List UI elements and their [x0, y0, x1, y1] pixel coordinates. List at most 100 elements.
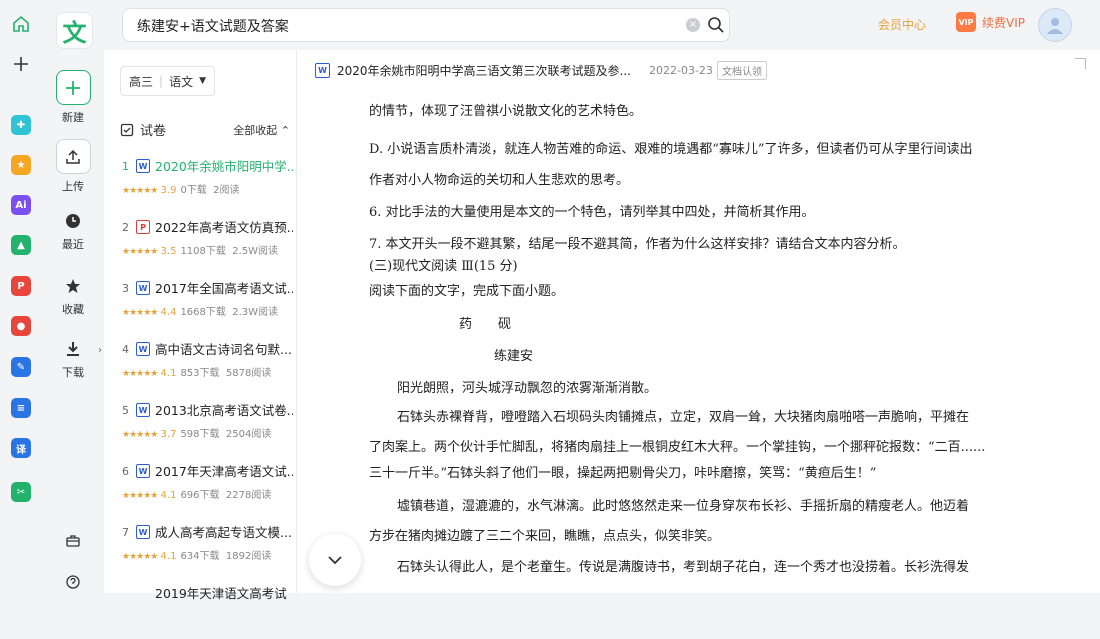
doc-rating: 4.1 — [160, 368, 177, 379]
download-icon — [42, 338, 104, 360]
expand-chevron-icon[interactable]: › — [98, 345, 102, 356]
list-item[interactable]: 1 W 2020年余姚市阳明中学... ★★★★★ 3.9 0下载 2阅读 — [118, 156, 294, 212]
word-doc-icon: W — [136, 464, 150, 478]
word-doc-icon: W — [136, 159, 150, 173]
clear-icon[interactable]: × — [686, 18, 700, 32]
home-icon[interactable] — [9, 12, 33, 36]
doc-reads: 5878阅读 — [225, 368, 272, 379]
scissors-app-icon[interactable]: ✂ — [9, 480, 33, 504]
upload-icon — [55, 139, 91, 174]
help-icon[interactable] — [42, 575, 104, 592]
upload-button[interactable]: 上传 — [42, 139, 104, 194]
list-item[interactable]: 6 W 2017年天津高考语文试... ★★★★★ 4.1 696下载 2278阅读 — [118, 461, 294, 517]
document-viewer: W 2020年余姚市阳明中学高三语文第三次联考试题及参... 2022-03-2… — [297, 50, 1100, 593]
doc-reads: 2.5W阅读 — [232, 246, 279, 257]
list-item[interactable]: 5 W 2013北京高考语文试卷... ★★★★★ 3.7 598下载 2504阅读 — [118, 400, 294, 456]
section-title: 试卷 — [140, 124, 167, 139]
toolbox-icon[interactable] — [42, 534, 104, 551]
text-line: 7. 本文开头一段不避其繁，结尾一段不避其简，作者为什么这样安排？请结合文本内容… — [369, 237, 906, 252]
add-icon[interactable] — [9, 52, 33, 76]
record-ai-app-icon[interactable]: ● — [9, 314, 33, 338]
new-label: 新建 — [62, 111, 84, 124]
word-doc-icon: W — [315, 63, 330, 78]
list-item[interactable]: 3 W 2017年全国高考语文试... ★★★★★ 4.4 1668下载 2.3W阅读 — [118, 278, 294, 334]
rating-stars-icon: ★★★★★ — [122, 369, 158, 379]
list-item[interactable]: 2019年天津语文高考试 — [118, 583, 294, 639]
section-header: 试卷 全部收起 ⌃ — [120, 120, 290, 139]
pdf-ai-app-icon[interactable]: P — [9, 274, 33, 298]
search-icon[interactable] — [707, 16, 725, 38]
doc-rating: 4.1 — [160, 490, 177, 501]
corner-mark-icon — [1075, 58, 1086, 69]
doc-rating: 3.7 — [160, 429, 177, 440]
doc-ai-app-icon[interactable]: ≡ — [9, 396, 33, 420]
doc-index: 7 — [122, 526, 129, 539]
document-date: 2022-03-23 — [649, 64, 713, 77]
doc-index: 3 — [122, 282, 129, 295]
doc-rating: 4.4 — [160, 307, 177, 318]
text-line: 石钵头赤裸脊背，噔噔踏入石坝码头肉铺摊点，立定，双肩一耸，大块猪肉扇啪嗒一声脆响… — [397, 410, 970, 425]
doc-meta: ★★★★★ 4.1 696下载 2278阅读 — [122, 486, 271, 501]
grade-subject-select[interactable]: 高三 | 语文 ▼ — [120, 66, 215, 96]
plus-icon — [55, 70, 91, 105]
doc-title: 2022年高考语文仿真预... — [155, 220, 293, 235]
image-ai-app-icon[interactable]: ▲ — [9, 233, 33, 257]
translate-app-icon[interactable]: 译 — [9, 436, 33, 460]
doc-index: 4 — [122, 343, 129, 356]
app-logo[interactable]: 文 — [56, 12, 93, 49]
scroll-down-button[interactable] — [309, 534, 361, 586]
renew-vip-button[interactable]: VIP 续费VIP — [956, 12, 1025, 32]
text-line: 练建安 — [494, 349, 534, 364]
text-line: D. 小说语言质朴清淡，就连人物苦难的命运、艰难的境遇都“寡味儿”了许多，但读者… — [369, 142, 973, 157]
doc-title: 高中语文古诗词名句默... — [155, 342, 292, 357]
text-line: 石钵头认得此人，是个老童生。传说是满腹诗书，考到胡子花白，连一个秀才也没捞着。长… — [397, 560, 970, 575]
doc-index: 6 — [122, 465, 129, 478]
new-button[interactable]: 新建 — [42, 70, 104, 125]
doc-title: 2017年全国高考语文试... — [155, 281, 293, 296]
upload-label: 上传 — [62, 180, 84, 193]
claim-document-tag[interactable]: 文档认领 — [717, 61, 767, 80]
text-line: 阅读下面的文字，完成下面小题。 — [369, 284, 565, 299]
search-input[interactable]: 练建安+语文试题及答案 × — [122, 8, 730, 42]
rating-stars-icon: ★★★★★ — [122, 247, 158, 257]
avatar[interactable] — [1038, 8, 1072, 42]
download-button[interactable]: 下载 — [42, 338, 104, 380]
word-doc-icon: W — [136, 525, 150, 539]
star-icon — [42, 275, 104, 297]
text-line: (三)现代文阅读 Ⅲ(15 分) — [369, 259, 518, 274]
doc-rating: 3.5 — [160, 246, 177, 257]
favorites-button[interactable]: 收藏 — [42, 275, 104, 317]
rating-stars-icon: ★★★★★ — [122, 430, 158, 440]
text-line: 的情节，体现了汪曾祺小说散文化的艺术特色。 — [369, 104, 643, 119]
document-header: W 2020年余姚市阳明中学高三语文第三次联考试题及参... 2022-03-2… — [297, 50, 1100, 88]
renew-vip-label: 续费VIP — [982, 15, 1025, 30]
collapse-all-button[interactable]: 全部收起 ⌃ — [233, 122, 290, 138]
doc-title: 成人高考高起专语文模... — [155, 525, 292, 540]
list-item[interactable]: 4 W 高中语文古诗词名句默... ★★★★★ 4.1 853下载 5878阅读 — [118, 339, 294, 395]
rating-stars-icon: ★★★★★ — [122, 491, 158, 501]
puzzle-app-icon[interactable]: ✚ — [9, 113, 33, 137]
text-line: 墟镇巷道，湿漉漉的，水气淋漓。此时悠悠然走来一位身穿灰布长衫、手摇折扇的精瘦老人… — [397, 499, 970, 514]
doc-downloads: 853下载 — [180, 368, 220, 379]
subject-value: 语文 — [169, 74, 194, 89]
doc-meta: ★★★★★ 3.5 1108下载 2.5W阅读 — [122, 242, 278, 257]
text-line: 了肉案上。两个伙计手忙脚乱，将猪肉扇挂上一根铜皮红木大秤。一个掌挂钩，一个挪秤砣… — [369, 440, 986, 455]
recent-button[interactable]: 最近 — [42, 210, 104, 252]
doc-rating: 4.1 — [160, 551, 177, 562]
doc-reads: 2278阅读 — [225, 490, 272, 501]
doc-meta: ★★★★★ 3.7 598下载 2504阅读 — [122, 425, 271, 440]
list-item[interactable]: 7 W 成人高考高起专语文模... ★★★★★ 4.1 634下载 1892阅读 — [118, 522, 294, 578]
doc-index: 5 — [122, 404, 129, 417]
ai-app-icon[interactable]: Ai — [9, 193, 33, 217]
word-doc-icon: W — [136, 281, 150, 295]
doc-downloads: 0下载 — [180, 185, 207, 196]
star-app-icon[interactable]: ★ — [9, 153, 33, 177]
recent-label: 最近 — [62, 238, 84, 251]
edit-ai-app-icon[interactable]: ✎ — [9, 355, 33, 379]
doc-reads: 2504阅读 — [225, 429, 272, 440]
list-item[interactable]: 2 P 2022年高考语文仿真预... ★★★★★ 3.5 1108下载 2.5W阅读 — [118, 217, 294, 273]
doc-reads: 2阅读 — [213, 185, 240, 196]
text-line: 药 砚 — [459, 317, 512, 332]
member-center-link[interactable]: 会员中心 — [878, 16, 926, 33]
doc-meta: ★★★★★ 4.1 634下载 1892阅读 — [122, 547, 271, 562]
